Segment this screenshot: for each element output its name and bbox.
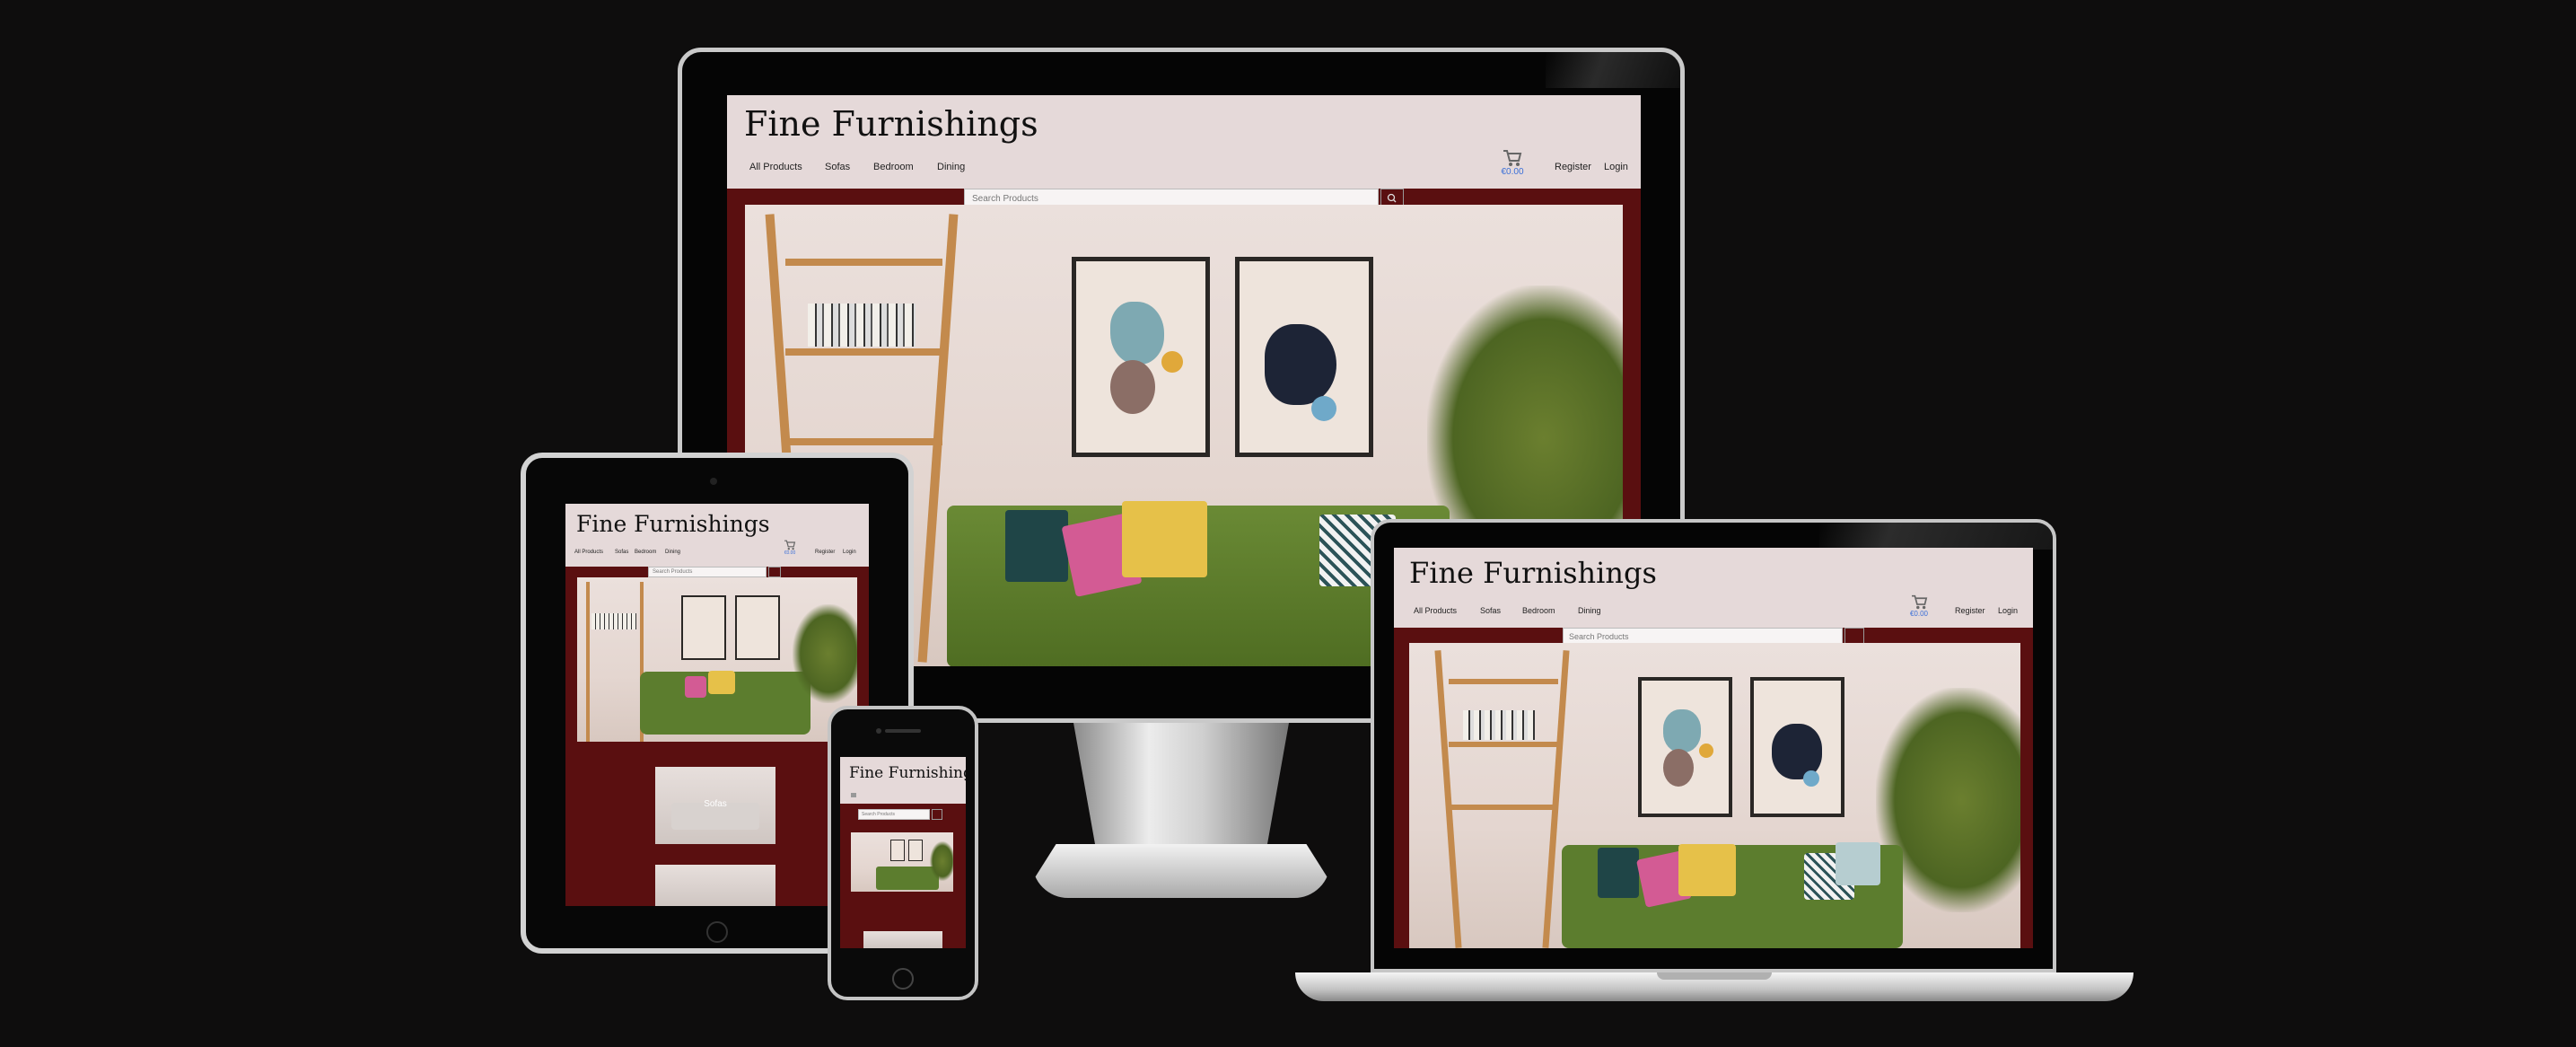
tablet-nav-all-products[interactable]: All Products — [574, 550, 603, 555]
site-title[interactable]: Fine Furnishings — [744, 104, 1038, 144]
tablet-category-tile-sofas[interactable]: Sofas — [655, 767, 775, 844]
laptop-register-link[interactable]: Register — [1955, 606, 1985, 615]
tablet-home-button[interactable] — [706, 921, 728, 943]
laptop-glare — [1819, 523, 2053, 550]
laptop-nav-all-products[interactable]: All Products — [1414, 606, 1457, 615]
phone-site-title[interactable]: Fine Furnishings — [849, 764, 966, 782]
nav-bedroom[interactable]: Bedroom — [873, 162, 914, 172]
phone-screen: Fine Furnishings Search Products — [840, 757, 966, 948]
laptop-trackpad-notch — [1657, 972, 1772, 980]
login-link[interactable]: Login — [1604, 162, 1628, 172]
phone-category-tile[interactable] — [863, 931, 942, 948]
tablet-nav-dining[interactable]: Dining — [665, 550, 680, 555]
phone-home-button[interactable] — [892, 968, 914, 990]
tablet-nav-bedroom[interactable]: Bedroom — [635, 550, 656, 555]
phone-search-input[interactable]: Search Products — [858, 809, 930, 820]
tablet-site-title[interactable]: Fine Furnishings — [576, 511, 770, 537]
laptop-cart-icon — [1911, 594, 1927, 610]
tablet-cart-icon — [784, 540, 796, 550]
tablet-nav-sofas[interactable]: Sofas — [615, 550, 628, 555]
laptop-nav-bedroom[interactable]: Bedroom — [1522, 606, 1555, 615]
nav-sofas[interactable]: Sofas — [825, 162, 850, 172]
laptop-cart-link[interactable]: €0.00 — [1904, 594, 1934, 618]
books — [808, 304, 916, 347]
tablet-login-link[interactable]: Login — [843, 550, 856, 555]
laptop-nav-sofas[interactable]: Sofas — [1480, 606, 1501, 615]
tablet-register-link[interactable]: Register — [815, 550, 835, 555]
cart-icon — [1503, 150, 1522, 166]
tablet-search-button[interactable] — [768, 567, 781, 577]
tablet-cart-total: €0.00 — [784, 550, 796, 556]
site-header: Fine Furnishings All Products Sofas Bedr… — [727, 95, 1641, 189]
wall-art-left — [1072, 257, 1210, 457]
nav-dining[interactable]: Dining — [937, 162, 965, 172]
laptop-login-link[interactable]: Login — [1998, 606, 2018, 615]
phone-search-button[interactable] — [932, 809, 942, 820]
phone-camera — [876, 728, 881, 734]
tablet-camera — [710, 478, 717, 485]
laptop-site-title[interactable]: Fine Furnishings — [1409, 556, 1657, 590]
monitor-stand-base — [1032, 844, 1330, 898]
phone-speaker — [885, 729, 921, 733]
laptop-screen: Fine Furnishings All Products Sofas Bedr… — [1394, 548, 2033, 948]
phone-site-header: Fine Furnishings — [840, 757, 966, 804]
laptop-nav-dining[interactable]: Dining — [1578, 606, 1601, 615]
tablet-search-input[interactable]: Search Products — [648, 567, 767, 577]
tablet-category-label: Sofas — [704, 799, 727, 809]
laptop-wall-art-right — [1750, 677, 1844, 817]
laptop-wall-art-left — [1638, 677, 1732, 817]
tablet-cart-link[interactable]: €0.00 — [779, 540, 801, 556]
phone-hero-image — [851, 832, 953, 892]
phone-cart-icon[interactable] — [851, 793, 856, 797]
wall-art-right — [1235, 257, 1373, 457]
tablet-hero-image — [577, 577, 857, 742]
nav-all-products[interactable]: All Products — [749, 162, 802, 172]
laptop-site-header: Fine Furnishings All Products Sofas Bedr… — [1394, 548, 2033, 628]
tablet-site-header: Fine Furnishings All Products Sofas Bedr… — [565, 504, 869, 567]
cart-total: €0.00 — [1501, 167, 1524, 177]
tablet-screen: Fine Furnishings All Products Sofas Bedr… — [565, 504, 869, 906]
monitor-stand-neck — [1073, 723, 1289, 844]
tablet-category-tile-2[interactable] — [655, 865, 775, 906]
cart-link[interactable]: €0.00 — [1494, 149, 1530, 177]
laptop-cart-total: €0.00 — [1909, 610, 1929, 618]
monitor-glare — [1546, 52, 1680, 88]
register-link[interactable]: Register — [1555, 162, 1591, 172]
laptop-hero-image — [1409, 643, 2020, 948]
